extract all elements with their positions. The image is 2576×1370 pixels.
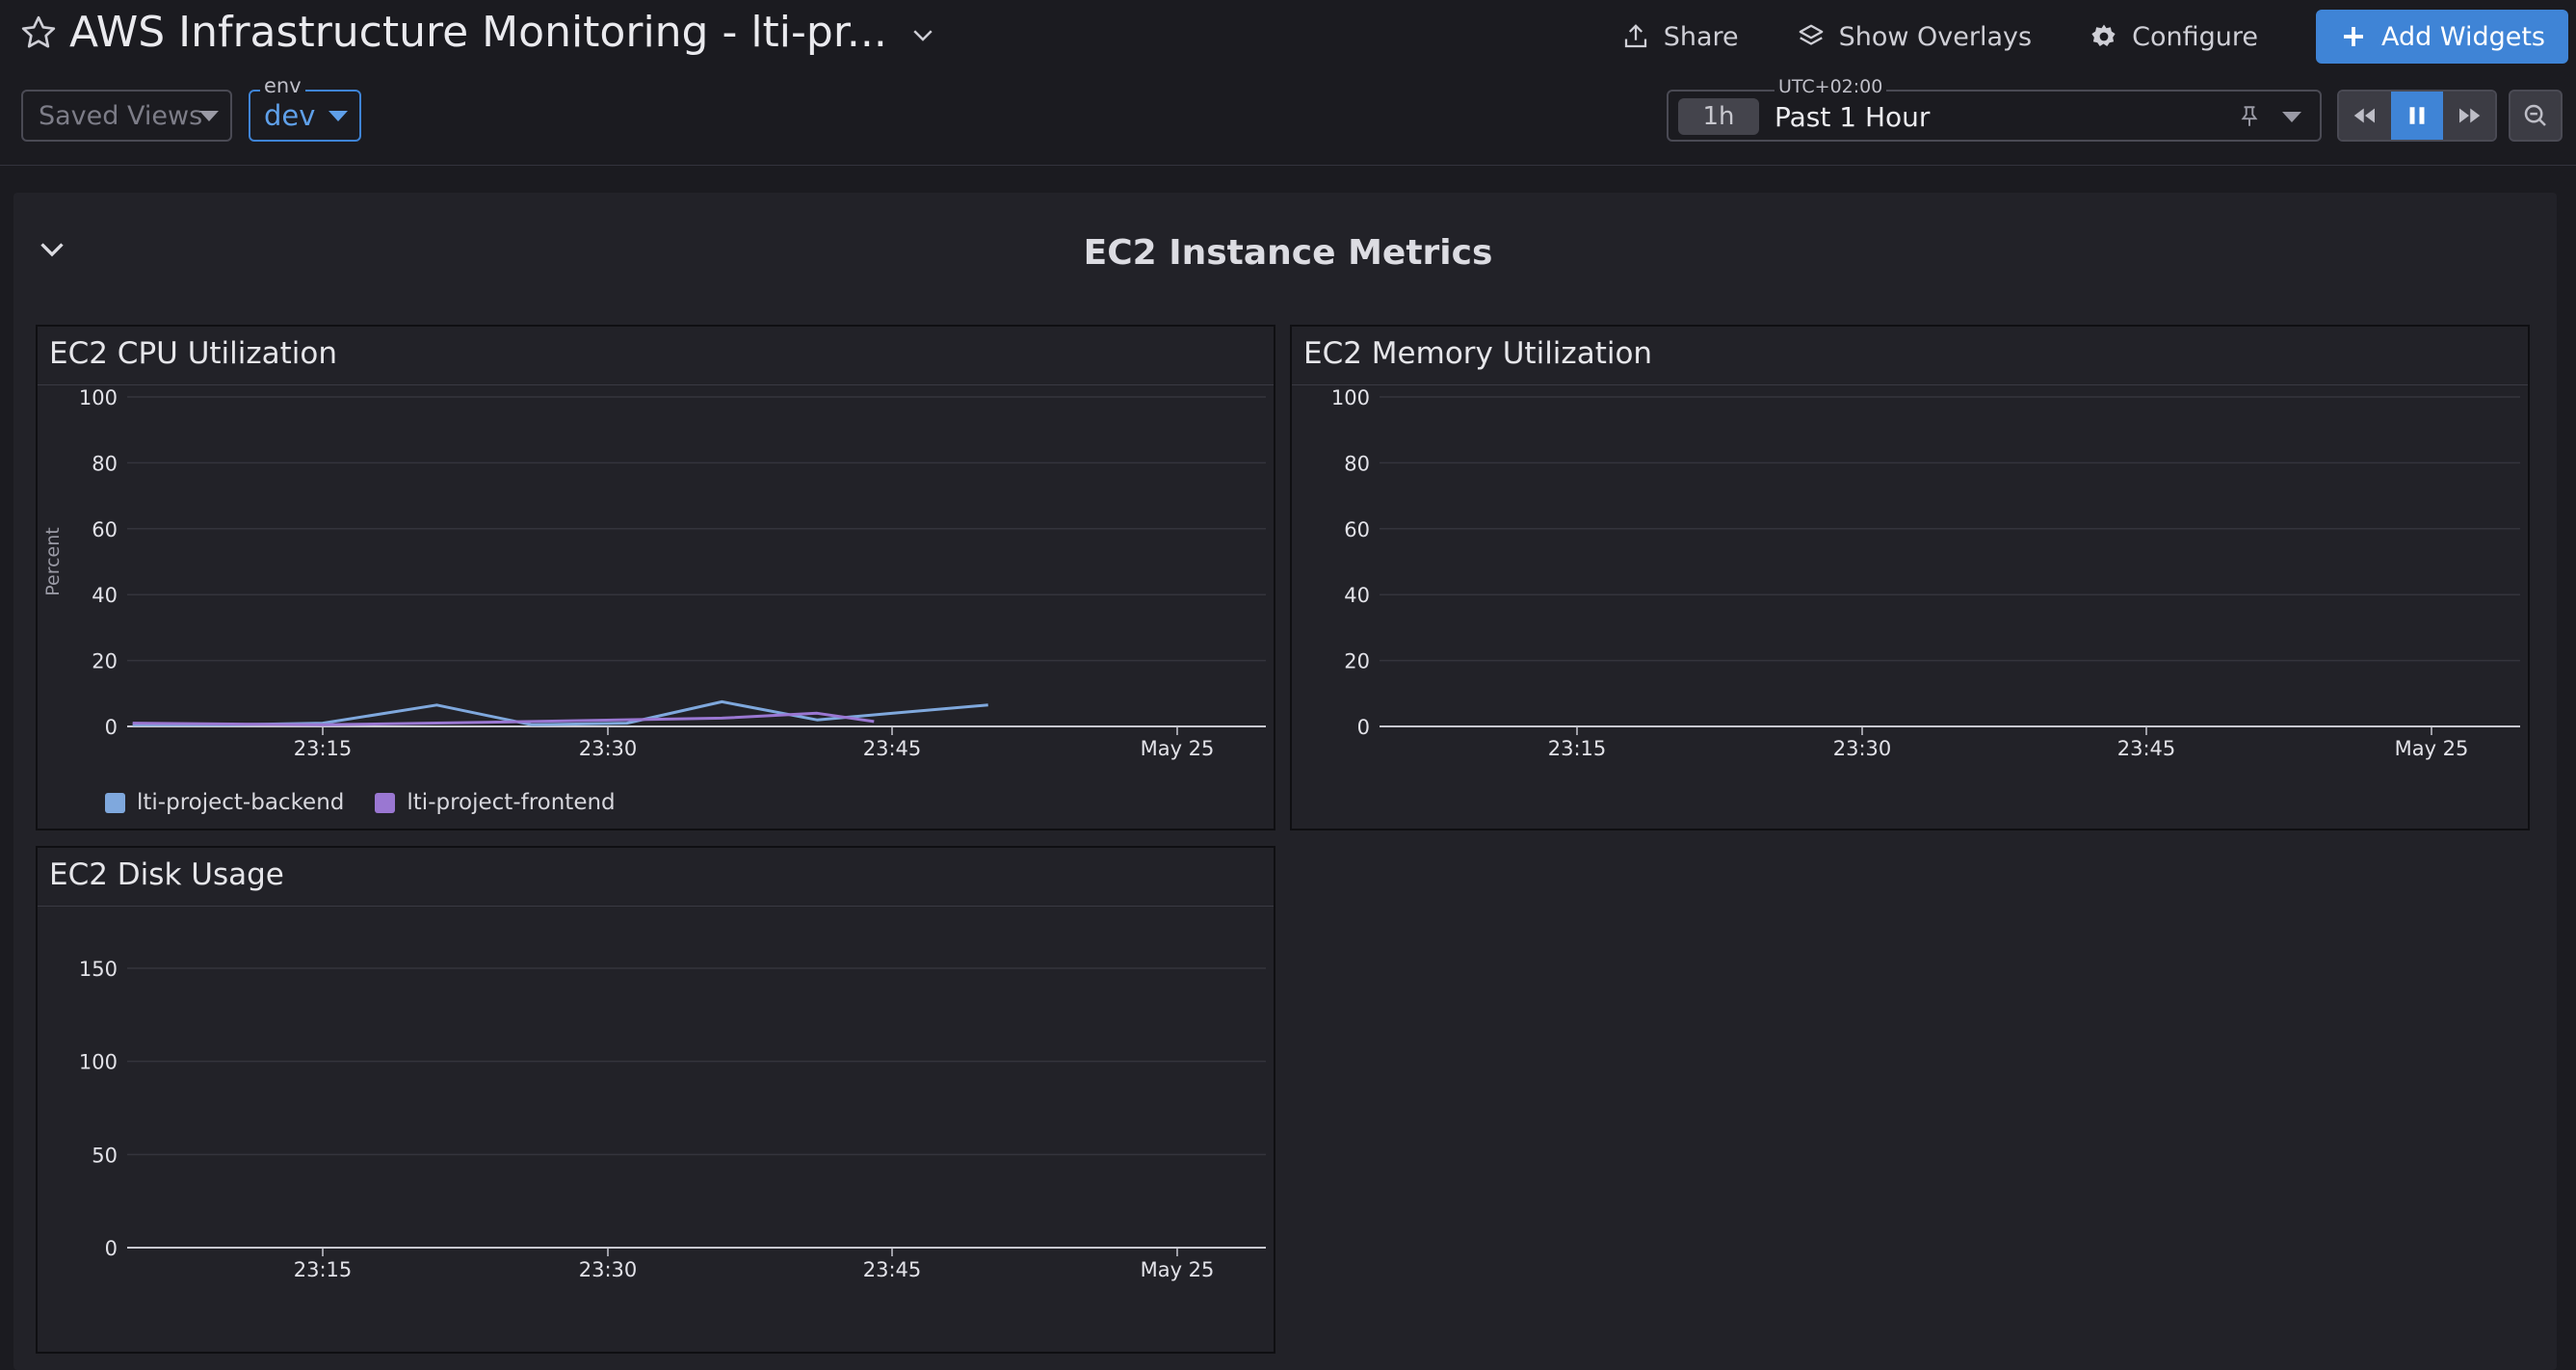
pin-icon[interactable] — [2237, 103, 2262, 130]
y-tick-label: 40 — [1344, 584, 1370, 607]
x-tick-label: May 25 — [1141, 1258, 1215, 1281]
fast-forward-button[interactable] — [2443, 92, 2495, 140]
y-tick-label: 20 — [1344, 650, 1370, 673]
y-tick-label: 40 — [92, 584, 118, 607]
star-icon[interactable] — [19, 13, 58, 52]
y-tick-label: 80 — [1344, 452, 1370, 475]
section-title: EC2 Instance Metrics — [1083, 233, 1493, 273]
x-tick-label: 23:45 — [2117, 737, 2176, 760]
x-tick-label: 23:30 — [579, 737, 638, 760]
y-tick-label: 100 — [79, 1051, 118, 1074]
legend-label: lti-project-frontend — [407, 790, 616, 815]
caret-down-icon[interactable] — [2282, 112, 2301, 122]
memory-utilization-widget[interactable]: 100 80 60 40 20 0 23:15 23:30 23:45 May 25 EC2 Me… — [1290, 325, 2530, 830]
header-actions: Share Show Overlays Configure Add Widget… — [1621, 10, 2568, 64]
legend-item-frontend[interactable]: lti-project-frontend — [375, 790, 616, 815]
disk-usage-chart: 150 100 50 0 23:15 23:30 23:45 May 25 — [79, 958, 1266, 1281]
y-tick-label: 100 — [1331, 386, 1370, 409]
time-range-picker[interactable]: 1h Past 1 Hour — [1667, 90, 2322, 142]
page-title: AWS Infrastructure Monitoring - lti-pr..… — [69, 8, 887, 57]
timezone-label: UTC+02:00 — [1774, 76, 1887, 97]
show-overlays-button[interactable]: Show Overlays — [1797, 22, 2032, 52]
env-label: env — [260, 74, 305, 97]
title-row: AWS Infrastructure Monitoring - lti-pr..… — [19, 8, 937, 57]
share-button[interactable]: Share — [1621, 22, 1739, 52]
y-tick-label: 60 — [92, 518, 118, 541]
time-range-pill: 1h — [1678, 98, 1759, 135]
widget-divider — [1292, 384, 2528, 385]
x-tick-label: May 25 — [1141, 737, 1215, 760]
x-tick-label: 23:15 — [294, 1258, 353, 1281]
saved-views-placeholder: Saved Views — [39, 100, 203, 131]
widget-title: EC2 CPU Utilization — [49, 336, 338, 371]
disk-usage-widget[interactable]: 150 100 50 0 23:15 23:30 23:45 May 25 EC2 Disk … — [36, 846, 1275, 1354]
legend-item-backend[interactable]: lti-project-backend — [105, 790, 344, 815]
x-tick-label: 23:45 — [863, 1258, 922, 1281]
env-select[interactable]: dev — [249, 90, 361, 142]
y-tick-label: 0 — [105, 716, 118, 739]
legend-label: lti-project-backend — [137, 790, 345, 815]
legend-swatch — [375, 792, 396, 813]
playback-controls — [2337, 90, 2497, 142]
zoom-out-button[interactable] — [2509, 90, 2563, 142]
x-tick-label: 23:45 — [863, 737, 922, 760]
dashboard-header: AWS Infrastructure Monitoring - lti-pr..… — [0, 0, 2576, 166]
widget-title: EC2 Memory Utilization — [1303, 336, 1653, 371]
cpu-utilization-chart: 100 80 60 40 20 0 23:15 23:30 23:45 May 25 Percent — [42, 386, 1266, 760]
y-tick-label: 150 — [79, 958, 118, 981]
fast-forward-icon — [2459, 108, 2481, 123]
gear-icon — [2091, 24, 2116, 46]
zoom-out-icon — [2524, 104, 2546, 126]
layers-icon — [1799, 24, 1823, 45]
widget-divider — [38, 384, 1274, 385]
plus-icon — [2343, 27, 2363, 46]
y-tick-label: 80 — [92, 452, 118, 475]
rewind-icon — [2353, 108, 2375, 123]
chevron-down-icon[interactable] — [908, 20, 937, 49]
configure-label: Configure — [2132, 21, 2258, 52]
pause-icon — [2409, 107, 2425, 124]
add-widgets-label: Add Widgets — [2380, 21, 2545, 52]
caret-down-icon — [329, 111, 348, 121]
widget-divider — [38, 906, 1274, 907]
legend-swatch — [105, 792, 125, 813]
env-value: dev — [264, 99, 316, 132]
y-tick-label: 100 — [79, 386, 118, 409]
add-widgets-button[interactable]: Add Widgets — [2315, 10, 2568, 64]
overlays-label: Show Overlays — [1838, 21, 2033, 52]
x-tick-label: 23:30 — [1833, 737, 1892, 760]
y-tick-label: 20 — [92, 650, 118, 673]
x-tick-label: 23:30 — [579, 1258, 638, 1281]
cpu-utilization-widget[interactable]: 100 80 60 40 20 0 23:15 23:30 23:45 May 25 Percent… — [36, 325, 1275, 830]
widget-title: EC2 Disk Usage — [49, 857, 284, 892]
share-icon — [1624, 24, 1646, 48]
caret-down-icon — [199, 111, 219, 121]
time-range-value: Past 1 Hour — [1774, 101, 1931, 133]
saved-views-select[interactable]: Saved Views — [21, 90, 232, 142]
configure-button[interactable]: Configure — [2090, 22, 2258, 52]
share-label: Share — [1663, 21, 1739, 52]
y-tick-label: 50 — [92, 1144, 118, 1167]
rewind-button[interactable] — [2339, 92, 2391, 140]
x-tick-label: May 25 — [2395, 737, 2469, 760]
memory-utilization-chart: 100 80 60 40 20 0 23:15 23:30 23:45 May 25 — [1331, 386, 2520, 760]
y-tick-label: 0 — [105, 1237, 118, 1260]
x-tick-label: 23:15 — [294, 737, 353, 760]
chart-legend: lti-project-backend lti-project-frontend — [105, 790, 646, 815]
y-axis-label: Percent — [42, 527, 64, 596]
x-tick-label: 23:15 — [1548, 737, 1607, 760]
y-tick-label: 60 — [1344, 518, 1370, 541]
y-tick-label: 0 — [1357, 716, 1370, 739]
pause-button[interactable] — [2391, 92, 2443, 140]
